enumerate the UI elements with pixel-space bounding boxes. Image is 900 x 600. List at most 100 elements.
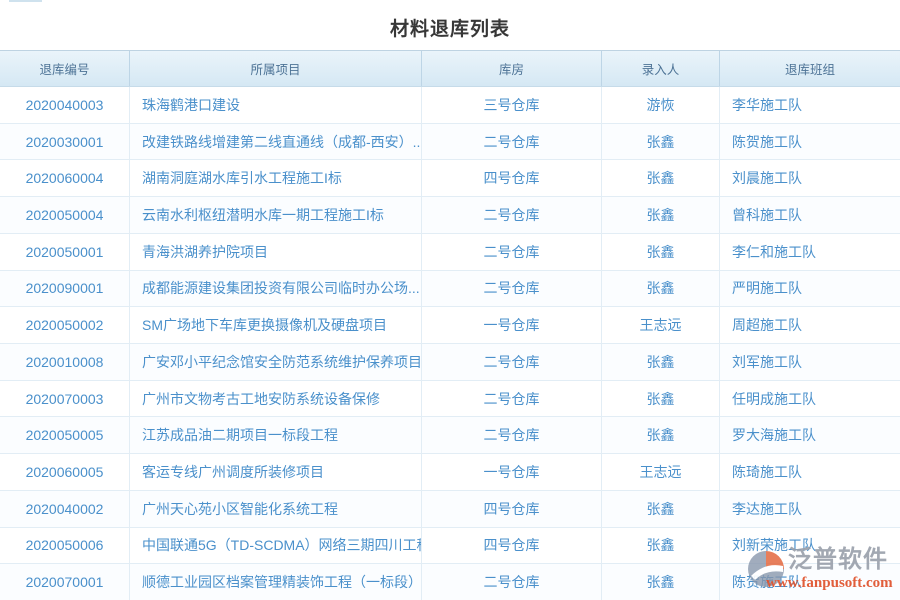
return-code-link[interactable]: 2020010008 xyxy=(26,354,104,370)
table-row[interactable]: 2020070001 顺德工业园区档案管理精装饰工程（一标段） 二号仓库 张鑫 … xyxy=(0,564,900,600)
return-code-cell: 2020090001 xyxy=(0,271,130,307)
warehouse-cell: 二号仓库 xyxy=(422,381,602,417)
return-code-link[interactable]: 2020060005 xyxy=(26,464,104,480)
return-code-cell: 2020070003 xyxy=(0,381,130,417)
warehouse-cell: 四号仓库 xyxy=(422,160,602,196)
team-cell: 李仁和施工队 xyxy=(720,234,900,270)
project-cell: 广安邓小平纪念馆安全防范系统维护保养项目 xyxy=(130,344,422,380)
project-cell: 广州天心苑小区智能化系统工程 xyxy=(130,491,422,527)
project-cell: 顺德工业园区档案管理精装饰工程（一标段） xyxy=(130,564,422,600)
operator-cell: 张鑫 xyxy=(602,381,720,417)
table-row[interactable]: 2020050001 青海洪湖养护院项目 二号仓库 张鑫 李仁和施工队 xyxy=(0,234,900,271)
operator-cell: 张鑫 xyxy=(602,234,720,270)
return-code-cell: 2020010008 xyxy=(0,344,130,380)
return-code-cell: 2020040002 xyxy=(0,491,130,527)
table-row[interactable]: 2020050005 江苏成品油二期项目一标段工程 二号仓库 张鑫 罗大海施工队 xyxy=(0,417,900,454)
operator-cell: 王志远 xyxy=(602,307,720,343)
table-row[interactable]: 2020030001 改建铁路线增建第二线直通线（成都-西安）... 二号仓库 … xyxy=(0,124,900,161)
return-code-link[interactable]: 2020050001 xyxy=(26,244,104,260)
operator-cell: 张鑫 xyxy=(602,160,720,196)
project-cell: 广州市文物考古工地安防系统设备保修 xyxy=(130,381,422,417)
project-cell: SM广场地下车库更换摄像机及硬盘项目 xyxy=(130,307,422,343)
table-row[interactable]: 2020090001 成都能源建设集团投资有限公司临时办公场... 二号仓库 张… xyxy=(0,271,900,308)
warehouse-cell: 四号仓库 xyxy=(422,491,602,527)
warehouse-cell: 一号仓库 xyxy=(422,454,602,490)
table-row[interactable]: 2020060005 客运专线广州调度所装修项目 一号仓库 王志远 陈琦施工队 xyxy=(0,454,900,491)
column-header-project: 所属项目 xyxy=(130,51,422,86)
return-code-cell: 2020060004 xyxy=(0,160,130,196)
operator-cell: 张鑫 xyxy=(602,491,720,527)
return-code-cell: 2020050006 xyxy=(0,528,130,564)
warehouse-cell: 三号仓库 xyxy=(422,87,602,123)
warehouse-cell: 二号仓库 xyxy=(422,234,602,270)
team-cell: 任明成施工队 xyxy=(720,381,900,417)
return-code-cell: 2020050002 xyxy=(0,307,130,343)
return-code-link[interactable]: 2020050002 xyxy=(26,317,104,333)
return-code-cell: 2020030001 xyxy=(0,124,130,160)
return-code-cell: 2020040003 xyxy=(0,87,130,123)
team-cell: 李华施工队 xyxy=(720,87,900,123)
return-code-cell: 2020050001 xyxy=(0,234,130,270)
team-cell: 陈贺施工队 xyxy=(720,124,900,160)
project-cell: 珠海鹤港口建设 xyxy=(130,87,422,123)
warehouse-cell: 二号仓库 xyxy=(422,344,602,380)
warehouse-cell: 二号仓库 xyxy=(422,124,602,160)
return-code-cell: 2020050004 xyxy=(0,197,130,233)
project-cell: 青海洪湖养护院项目 xyxy=(130,234,422,270)
project-cell: 客运专线广州调度所装修项目 xyxy=(130,454,422,490)
return-code-link[interactable]: 2020050004 xyxy=(26,207,104,223)
table-header-row: 退库编号所属项目库房录入人退库班组 xyxy=(0,50,900,87)
warehouse-cell: 二号仓库 xyxy=(422,197,602,233)
material-return-table: 退库编号所属项目库房录入人退库班组 2020040003 珠海鹤港口建设 三号仓… xyxy=(0,50,900,600)
table-row[interactable]: 2020050006 中国联通5G（TD-SCDMA）网络三期四川工程 四号仓库… xyxy=(0,528,900,565)
table-row[interactable]: 2020010008 广安邓小平纪念馆安全防范系统维护保养项目 二号仓库 张鑫 … xyxy=(0,344,900,381)
operator-cell: 游恢 xyxy=(602,87,720,123)
return-code-link[interactable]: 2020040002 xyxy=(26,501,104,517)
return-code-link[interactable]: 2020050006 xyxy=(26,537,104,553)
return-code-link[interactable]: 2020060004 xyxy=(26,170,104,186)
table-row[interactable]: 2020050004 云南水利枢纽潜明水库一期工程施工I标 二号仓库 张鑫 曾科… xyxy=(0,197,900,234)
table-row[interactable]: 2020040002 广州天心苑小区智能化系统工程 四号仓库 张鑫 李达施工队 xyxy=(0,491,900,528)
operator-cell: 张鑫 xyxy=(602,564,720,600)
top-tab-remnant xyxy=(9,0,42,2)
column-header-team: 退库班组 xyxy=(720,51,900,86)
project-cell: 成都能源建设集团投资有限公司临时办公场... xyxy=(130,271,422,307)
warehouse-cell: 四号仓库 xyxy=(422,528,602,564)
warehouse-cell: 一号仓库 xyxy=(422,307,602,343)
warehouse-cell: 二号仓库 xyxy=(422,271,602,307)
table-body: 2020040003 珠海鹤港口建设 三号仓库 游恢 李华施工队 2020030… xyxy=(0,87,900,600)
table-row[interactable]: 2020060004 湖南洞庭湖水库引水工程施工I标 四号仓库 张鑫 刘晨施工队 xyxy=(0,160,900,197)
warehouse-cell: 二号仓库 xyxy=(422,564,602,600)
operator-cell: 张鑫 xyxy=(602,271,720,307)
return-code-link[interactable]: 2020050005 xyxy=(26,427,104,443)
operator-cell: 张鑫 xyxy=(602,124,720,160)
column-header-operator: 录入人 xyxy=(602,51,720,86)
project-cell: 云南水利枢纽潜明水库一期工程施工I标 xyxy=(130,197,422,233)
project-cell: 改建铁路线增建第二线直通线（成都-西安）... xyxy=(130,124,422,160)
return-code-link[interactable]: 2020070001 xyxy=(26,574,104,590)
project-cell: 江苏成品油二期项目一标段工程 xyxy=(130,417,422,453)
team-cell: 刘新荣施工队 xyxy=(720,528,900,564)
team-cell: 刘晨施工队 xyxy=(720,160,900,196)
table-row[interactable]: 2020050002 SM广场地下车库更换摄像机及硬盘项目 一号仓库 王志远 周… xyxy=(0,307,900,344)
team-cell: 严明施工队 xyxy=(720,271,900,307)
project-cell: 中国联通5G（TD-SCDMA）网络三期四川工程 xyxy=(130,528,422,564)
table-row[interactable]: 2020070003 广州市文物考古工地安防系统设备保修 二号仓库 张鑫 任明成… xyxy=(0,381,900,418)
team-cell: 曾科施工队 xyxy=(720,197,900,233)
operator-cell: 张鑫 xyxy=(602,528,720,564)
team-cell: 刘军施工队 xyxy=(720,344,900,380)
team-cell: 周超施工队 xyxy=(720,307,900,343)
return-code-link[interactable]: 2020040003 xyxy=(26,97,104,113)
return-code-cell: 2020070001 xyxy=(0,564,130,600)
team-cell: 李达施工队 xyxy=(720,491,900,527)
return-code-link[interactable]: 2020030001 xyxy=(26,134,104,150)
return-code-link[interactable]: 2020070003 xyxy=(26,391,104,407)
column-header-code: 退库编号 xyxy=(0,51,130,86)
team-cell: 罗大海施工队 xyxy=(720,417,900,453)
project-cell: 湖南洞庭湖水库引水工程施工I标 xyxy=(130,160,422,196)
table-row[interactable]: 2020040003 珠海鹤港口建设 三号仓库 游恢 李华施工队 xyxy=(0,87,900,124)
operator-cell: 张鑫 xyxy=(602,344,720,380)
operator-cell: 张鑫 xyxy=(602,197,720,233)
warehouse-cell: 二号仓库 xyxy=(422,417,602,453)
return-code-link[interactable]: 2020090001 xyxy=(26,280,104,296)
